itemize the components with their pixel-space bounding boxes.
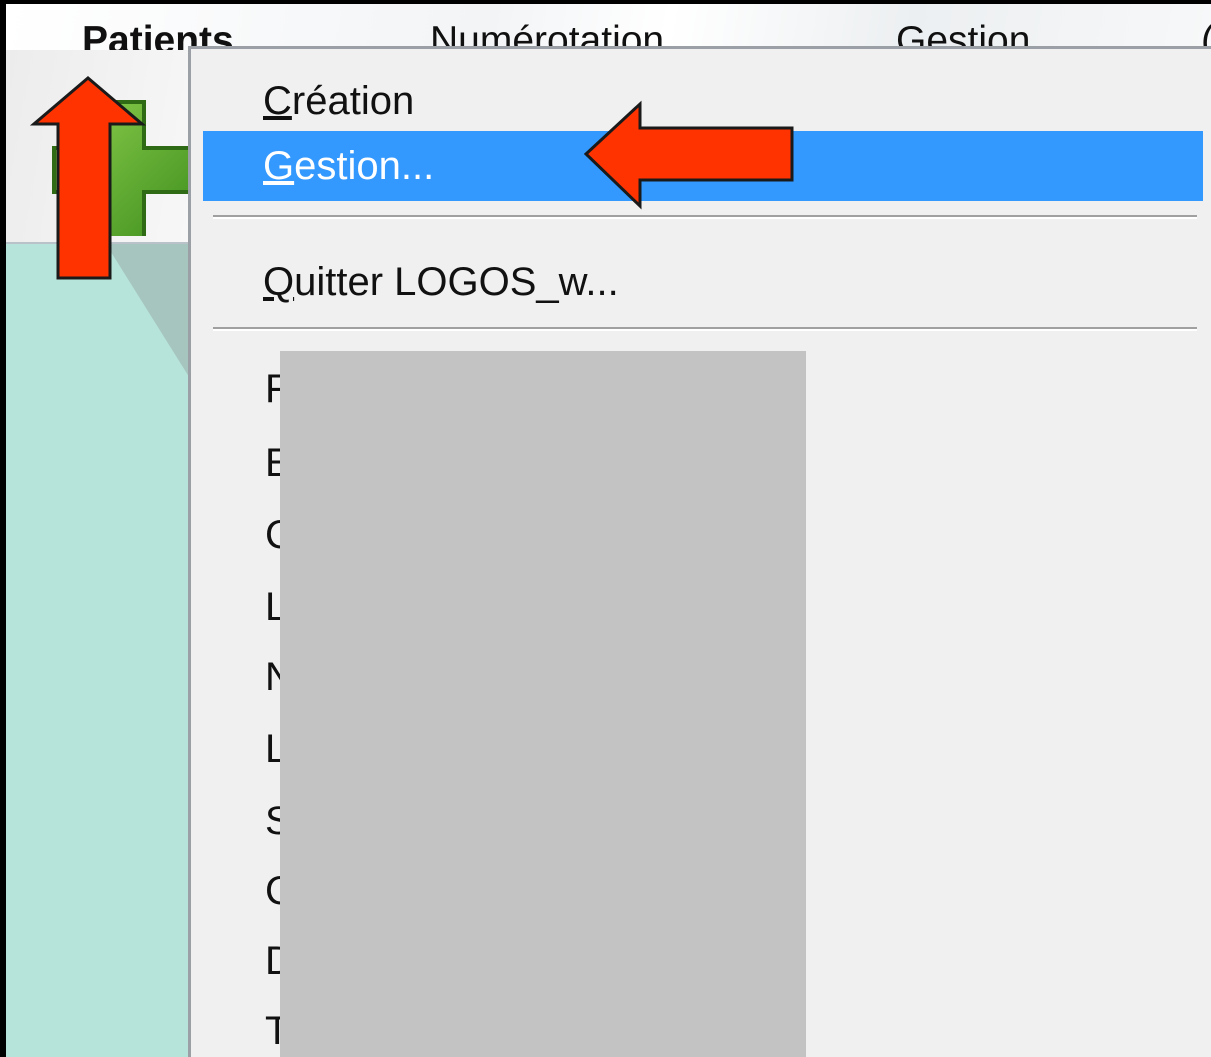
arrow-left-icon bbox=[584, 100, 794, 210]
menu-item-quitter-label: Quitter LOGOS_w... bbox=[263, 260, 619, 304]
app-window: Patients Numérotation Gestion ( Création… bbox=[6, 4, 1211, 1057]
menu-separator bbox=[213, 215, 1197, 219]
menu-item-quitter[interactable]: Quitter LOGOS_w... bbox=[191, 247, 1201, 317]
arrow-up-icon bbox=[30, 76, 146, 280]
redaction-block bbox=[280, 351, 806, 1057]
menu-item-creation-label: Création bbox=[263, 79, 415, 123]
menu-separator bbox=[213, 327, 1197, 331]
menu-bar: Patients Numérotation Gestion ( bbox=[6, 4, 1211, 62]
menu-item-gestion-label: Gestion... bbox=[263, 144, 435, 188]
